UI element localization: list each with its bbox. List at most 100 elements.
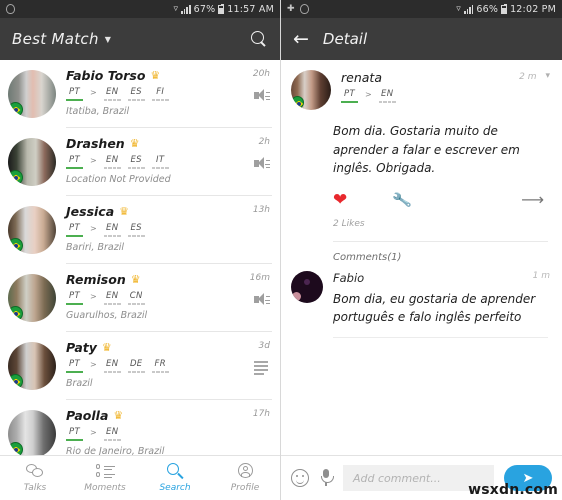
timestamp: 17h xyxy=(252,409,270,419)
shield-icon xyxy=(6,4,15,14)
watermark: wsxdn.com xyxy=(468,482,558,498)
back-arrow-icon[interactable]: ← xyxy=(293,29,309,49)
user-location: Location Not Provided xyxy=(66,174,171,185)
learning-language: EN xyxy=(106,87,119,97)
arrow-icon: > xyxy=(90,224,97,233)
crown-icon: ♛ xyxy=(130,273,141,286)
timestamp: 13h xyxy=(252,205,270,215)
comment-author[interactable]: Fabio xyxy=(333,271,364,285)
best-match-title[interactable]: Best Match xyxy=(12,30,99,48)
lines-icon[interactable] xyxy=(254,361,270,375)
avatar[interactable] xyxy=(8,342,56,390)
wrench-icon[interactable]: 🔧 xyxy=(392,189,414,210)
avatar[interactable] xyxy=(291,270,323,303)
language-row: PT > EN ES FI xyxy=(66,87,224,101)
heart-icon[interactable]: ❤ xyxy=(333,191,347,209)
tab-talks[interactable]: Talks xyxy=(0,456,70,500)
crown-icon: ♛ xyxy=(119,205,130,218)
user-location: Rio de Janeiro, Brazil xyxy=(66,446,165,455)
tab-profile[interactable]: Profile xyxy=(210,456,280,500)
country-flag-badge xyxy=(8,170,23,185)
avatar[interactable] xyxy=(8,206,56,254)
user-list[interactable]: Fabio Torso ♛ PT > EN ES FI Itatiba, Bra… xyxy=(0,60,280,455)
list-item-meta: 13h xyxy=(224,204,270,264)
post-text: Bom dia. Gostaria muito de aprender a fa… xyxy=(333,124,520,176)
timestamp: 2h xyxy=(258,137,270,147)
list-item-meta: 3d xyxy=(224,340,270,400)
user-location: Brazil xyxy=(66,378,93,389)
learning-language: FR xyxy=(154,359,166,369)
country-flag-badge xyxy=(8,102,23,117)
language-row: PT > EN ES IT xyxy=(66,155,224,169)
dual-screenshot: ▿ 67% 11:57 AM Best Match ▼ Fabio Torso … xyxy=(0,0,562,500)
name-line: Jessica ♛ xyxy=(66,204,224,219)
learning-language: EN xyxy=(106,359,119,369)
list-item[interactable]: Remison ♛ PT > EN CN Guarulhos, Brazil 1… xyxy=(0,264,280,332)
avatar[interactable] xyxy=(8,274,56,322)
comment-item[interactable]: Fabio 1 m Bom dia, eu gostaria de aprend… xyxy=(281,263,562,327)
list-item[interactable]: Paolla ♛ PT > EN Rio de Janeiro, Brazil … xyxy=(0,400,280,455)
list-item[interactable]: Paty ♛ PT > EN DE FR Brazil 3d xyxy=(0,332,280,400)
left-pane-search-list: ▿ 67% 11:57 AM Best Match ▼ Fabio Torso … xyxy=(0,0,281,500)
speaker-icon[interactable] xyxy=(254,157,270,171)
speaker-icon[interactable] xyxy=(254,89,270,103)
avatar[interactable] xyxy=(8,70,56,118)
microphone-icon[interactable] xyxy=(319,469,334,487)
language-row: PT > EN ES xyxy=(66,223,224,237)
signal-icon xyxy=(463,4,474,14)
bottom-navigation[interactable]: Talks Moments Search Profile xyxy=(0,455,280,500)
name-line: Remison ♛ xyxy=(66,272,224,287)
share-arrow-icon[interactable]: ⟶ xyxy=(521,192,544,208)
comment-text: Bom dia, eu gostaria de aprender portugu… xyxy=(333,291,536,325)
list-item[interactable]: Jessica ♛ PT > EN ES Bariri, Brazil 13h xyxy=(0,196,280,264)
list-item[interactable]: Drashen ♛ PT > EN ES IT Location Not Pro… xyxy=(0,128,280,196)
magnifier-icon xyxy=(166,463,185,480)
detail-content: renata PT > EN 2 m ▾ Bom dia. Gostaria m… xyxy=(281,60,562,455)
speaker-icon[interactable] xyxy=(254,293,270,307)
language-row: PT > EN CN xyxy=(66,291,224,305)
name-line: Fabio Torso ♛ xyxy=(66,68,224,83)
avatar[interactable] xyxy=(291,70,331,110)
learning-language: DE xyxy=(129,359,143,369)
search-icon[interactable] xyxy=(251,30,268,48)
post-author-name[interactable]: renata xyxy=(341,70,519,85)
chevron-down-icon[interactable]: ▼ xyxy=(105,35,111,44)
user-name: Remison xyxy=(66,272,126,287)
tab-search[interactable]: Search xyxy=(140,456,210,500)
post-actions: ❤ 🔧 ⟶ xyxy=(281,178,562,210)
list-item-body: Paolla ♛ PT > EN Rio de Janeiro, Brazil xyxy=(56,408,224,455)
learning-language: CN xyxy=(129,291,143,301)
avatar[interactable] xyxy=(8,138,56,186)
user-location: Bariri, Brazil xyxy=(66,242,124,253)
emoji-icon[interactable] xyxy=(291,469,309,487)
timestamp: 20h xyxy=(252,69,270,79)
status-bar-left: ▿ 67% 11:57 AM xyxy=(0,0,280,18)
crown-icon: ♛ xyxy=(113,409,124,422)
native-language: PT xyxy=(69,223,80,233)
chevron-down-icon[interactable]: ▾ xyxy=(545,72,550,81)
tab-moments[interactable]: Moments xyxy=(70,456,140,500)
native-language: PT xyxy=(69,291,80,301)
user-location: Itatiba, Brazil xyxy=(66,106,130,117)
timestamp: 16m xyxy=(249,273,270,283)
timestamp: 1 m xyxy=(532,270,550,281)
crown-icon: ♛ xyxy=(101,341,112,354)
list-item-body: Remison ♛ PT > EN CN Guarulhos, Brazil xyxy=(56,272,224,332)
avatar[interactable] xyxy=(8,410,56,455)
country-flag-badge xyxy=(8,442,23,455)
list-item-meta: 2h xyxy=(224,136,270,196)
language-row: PT > EN xyxy=(341,89,519,103)
user-name: Paty xyxy=(66,340,97,355)
list-item-meta: 20h xyxy=(224,68,270,128)
post-meta: 2 m ▾ xyxy=(519,70,550,110)
post-author-info: renata PT > EN xyxy=(331,70,519,110)
app-bar-left: Best Match ▼ xyxy=(0,18,280,60)
learning-language: EN xyxy=(106,291,119,301)
likes-count: 2 Likes xyxy=(333,218,365,229)
list-item[interactable]: Fabio Torso ♛ PT > EN ES FI Itatiba, Bra… xyxy=(0,60,280,128)
status-bar-right-icons: ▿ 66% 12:02 PM xyxy=(456,3,556,15)
native-language: PT xyxy=(344,89,355,99)
arrow-icon: > xyxy=(90,88,97,97)
user-location: Guarulhos, Brazil xyxy=(66,310,148,321)
battery-percent: 67% xyxy=(193,3,216,15)
